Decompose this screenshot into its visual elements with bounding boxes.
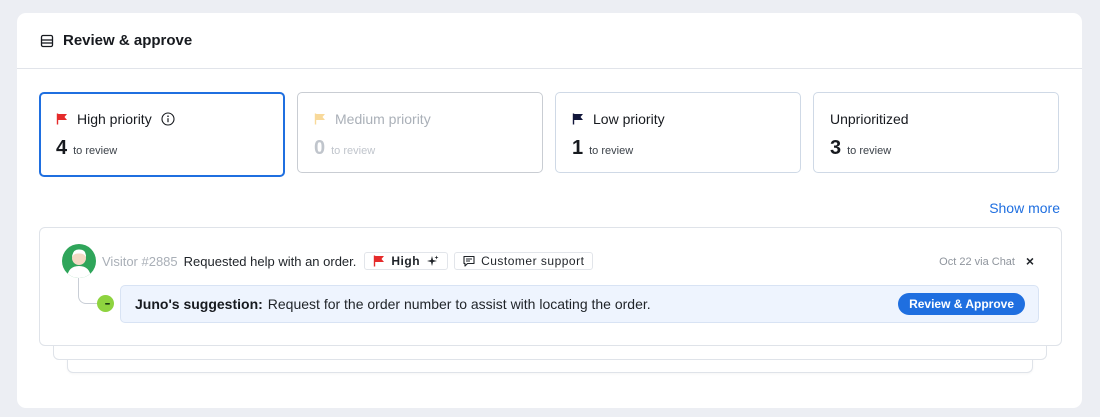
card-sub: to review (589, 145, 634, 157)
card-count: 0 (314, 137, 326, 159)
show-more-link[interactable]: Show more (989, 200, 1060, 216)
avatar (62, 244, 96, 278)
chat-bubble-icon (463, 255, 475, 267)
card-medium-priority[interactable]: Medium priority 0 to review (297, 92, 543, 173)
card-high-priority[interactable]: High priority 4 to review (39, 92, 285, 177)
conversation-summary: Requested help with an order. (183, 253, 357, 269)
review-approve-button[interactable]: Review & Approve (898, 293, 1025, 315)
panel-header: Review & approve (17, 13, 1082, 69)
conversation-card[interactable]: Visitor #2885 Requested help with an ord… (39, 227, 1062, 346)
card-count: 4 (56, 137, 68, 159)
conversation-meta: Oct 22 via Chat (939, 256, 1015, 268)
bot-avatar-icon (97, 295, 114, 312)
card-label: Low priority (593, 111, 665, 127)
page-title: Review & approve (63, 32, 193, 49)
suggestion-text: Request for the order number to assist w… (267, 296, 651, 312)
card-label: High priority (77, 111, 152, 127)
card-unprioritized[interactable]: Unprioritized 3 to review (813, 92, 1059, 173)
review-panel: Review & approve High priority 4 to revi… (17, 13, 1082, 408)
close-icon[interactable]: × (1026, 253, 1034, 269)
suggestion-label: Juno's suggestion: (135, 296, 263, 312)
topic-chip[interactable]: Customer support (454, 252, 594, 270)
navy-flag-icon (572, 113, 584, 125)
priority-chip[interactable]: High (364, 252, 449, 270)
topic-chip-label: Customer support (481, 254, 585, 268)
card-sub: to review (331, 145, 376, 157)
red-flag-icon (373, 255, 385, 267)
card-sub: to review (73, 145, 118, 157)
card-count: 1 (572, 137, 584, 159)
stacked-card-shadow (53, 346, 1047, 360)
priority-chip-label: High (391, 254, 421, 268)
card-label: Medium priority (335, 111, 431, 127)
inbox-icon (40, 34, 54, 48)
stacked-card-shadow (67, 358, 1033, 373)
card-count: 3 (830, 137, 842, 159)
card-low-priority[interactable]: Low priority 1 to review (555, 92, 801, 173)
conversation-summary-row: Visitor #2885 Requested help with an ord… (102, 252, 599, 270)
priority-cards: High priority 4 to review Medium priorit… (39, 92, 1059, 177)
red-flag-icon (56, 113, 68, 125)
visitor-name[interactable]: Visitor #2885 (102, 254, 178, 269)
ai-suggestion: Juno's suggestion: Request for the order… (120, 285, 1039, 323)
sparkle-icon (426, 255, 439, 268)
info-icon[interactable] (161, 112, 175, 126)
card-label: Unprioritized (830, 111, 909, 127)
yellow-flag-icon (314, 113, 326, 125)
card-sub: to review (847, 145, 892, 157)
